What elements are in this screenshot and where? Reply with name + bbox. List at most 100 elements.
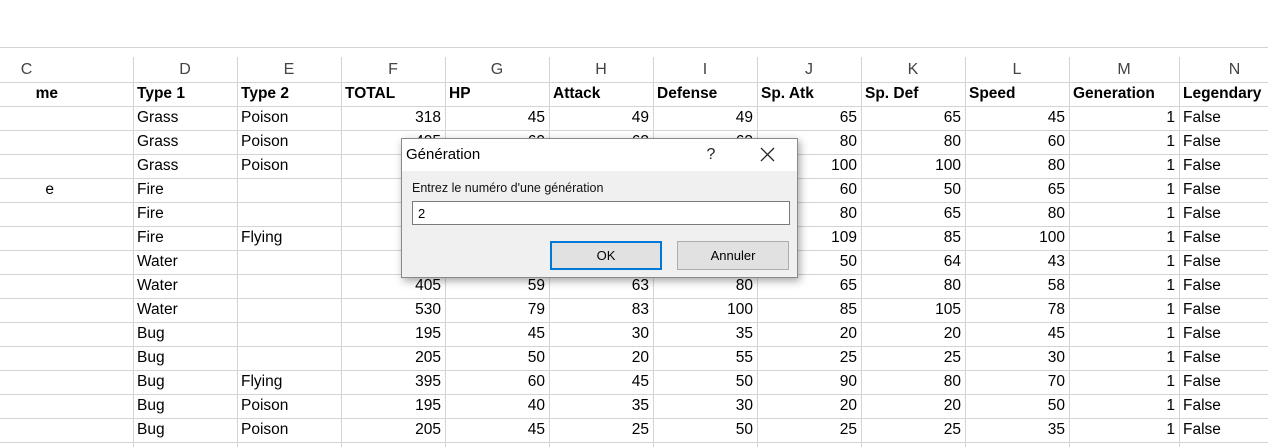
table-cell[interactable]: False (1179, 322, 1268, 346)
table-cell[interactable]: Poison (237, 106, 341, 130)
table-cell[interactable]: Poison (237, 394, 341, 418)
table-cell[interactable]: Bug (133, 370, 237, 394)
column-header-n[interactable]: N (1179, 57, 1268, 82)
table-cell[interactable]: 64 (861, 250, 965, 274)
table-cell[interactable]: 1 (1069, 130, 1179, 154)
table-cell[interactable]: 1 (1069, 178, 1179, 202)
table-cell[interactable]: Fire (133, 178, 237, 202)
table-cell[interactable]: 1 (1069, 106, 1179, 130)
table-cell[interactable]: 25 (757, 418, 861, 442)
generation-input[interactable] (412, 201, 790, 225)
table-cell[interactable]: Flying (237, 226, 341, 250)
table-cell[interactable]: 20 (549, 346, 653, 370)
table-cell[interactable]: 60 (965, 130, 1069, 154)
column-header-m[interactable]: M (1069, 57, 1179, 82)
table-cell[interactable]: 49 (549, 106, 653, 130)
table-cell[interactable] (237, 178, 341, 202)
column-header-d[interactable]: D (133, 57, 237, 82)
table-cell[interactable]: 25 (549, 418, 653, 442)
table-cell[interactable]: 50 (965, 394, 1069, 418)
table-cell[interactable] (0, 130, 133, 154)
table-cell[interactable]: 20 (757, 394, 861, 418)
table-cell[interactable]: 50 (653, 418, 757, 442)
table-cell[interactable]: 65 (757, 106, 861, 130)
table-cell[interactable]: 35 (549, 394, 653, 418)
table-cell[interactable]: False (1179, 154, 1268, 178)
table-cell[interactable]: 80 (861, 274, 965, 298)
table-cell[interactable]: False (1179, 394, 1268, 418)
column-header-i[interactable]: I (653, 57, 757, 82)
table-cell[interactable]: 1 (1069, 202, 1179, 226)
table-cell[interactable]: False (1179, 418, 1268, 442)
table-cell[interactable]: False (1179, 130, 1268, 154)
table-cell[interactable]: Fire (133, 226, 237, 250)
table-cell[interactable]: False (1179, 298, 1268, 322)
table-cell[interactable] (0, 370, 133, 394)
table-cell[interactable]: 65 (861, 106, 965, 130)
table-cell[interactable]: 90 (757, 370, 861, 394)
header-cell[interactable]: HP (445, 82, 549, 106)
table-cell[interactable]: 45 (549, 370, 653, 394)
table-cell[interactable]: Poison (237, 130, 341, 154)
table-cell[interactable]: 1 (1069, 274, 1179, 298)
table-cell[interactable] (237, 346, 341, 370)
table-cell[interactable]: Bug (133, 394, 237, 418)
table-cell[interactable]: 100 (861, 154, 965, 178)
table-cell[interactable]: False (1179, 202, 1268, 226)
table-cell[interactable]: Water (133, 274, 237, 298)
header-cell[interactable]: Attack (549, 82, 653, 106)
table-cell[interactable]: 1 (1069, 394, 1179, 418)
table-cell[interactable]: 395 (341, 370, 445, 394)
table-cell[interactable] (0, 298, 133, 322)
table-cell[interactable] (237, 274, 341, 298)
table-cell[interactable]: 195 (341, 394, 445, 418)
table-cell[interactable]: 65 (861, 202, 965, 226)
column-header-h[interactable]: H (549, 57, 653, 82)
table-cell[interactable]: 80 (861, 370, 965, 394)
header-cell[interactable]: Legendary (1179, 82, 1268, 106)
table-cell[interactable]: Bug (133, 418, 237, 442)
table-cell[interactable]: 79 (445, 298, 549, 322)
table-cell[interactable]: 205 (341, 346, 445, 370)
cancel-button[interactable]: Annuler (677, 241, 789, 270)
table-cell[interactable] (0, 154, 133, 178)
table-cell[interactable]: 35 (965, 418, 1069, 442)
table-cell[interactable]: False (1179, 370, 1268, 394)
table-cell[interactable]: Water (133, 250, 237, 274)
close-button[interactable] (754, 143, 780, 167)
table-cell[interactable]: 1 (1069, 298, 1179, 322)
table-cell[interactable]: 35 (653, 322, 757, 346)
table-cell[interactable]: 318 (341, 106, 445, 130)
table-cell[interactable]: Grass (133, 130, 237, 154)
table-cell[interactable]: 80 (965, 154, 1069, 178)
table-cell[interactable] (0, 250, 133, 274)
table-cell[interactable]: 25 (757, 346, 861, 370)
header-cell[interactable]: Defense (653, 82, 757, 106)
table-cell[interactable]: 1 (1069, 322, 1179, 346)
ok-button[interactable]: OK (550, 241, 662, 270)
table-cell[interactable] (0, 322, 133, 346)
table-cell[interactable]: False (1179, 274, 1268, 298)
table-cell[interactable]: 530 (341, 298, 445, 322)
table-cell[interactable] (237, 322, 341, 346)
table-cell[interactable]: False (1179, 250, 1268, 274)
table-cell[interactable]: 78 (965, 298, 1069, 322)
table-cell[interactable]: 85 (757, 298, 861, 322)
table-cell[interactable] (0, 106, 133, 130)
table-cell[interactable]: Grass (133, 106, 237, 130)
table-cell[interactable]: 45 (445, 106, 549, 130)
column-header-f[interactable]: F (341, 57, 445, 82)
table-cell[interactable]: 70 (965, 370, 1069, 394)
table-cell[interactable]: 49 (653, 106, 757, 130)
table-cell[interactable]: 25 (861, 346, 965, 370)
table-cell[interactable]: 80 (965, 202, 1069, 226)
table-cell[interactable]: 100 (965, 226, 1069, 250)
table-cell[interactable]: 30 (965, 346, 1069, 370)
table-cell[interactable] (0, 394, 133, 418)
header-cell[interactable]: Speed (965, 82, 1069, 106)
table-cell[interactable]: Bug (133, 322, 237, 346)
table-cell[interactable]: 45 (965, 322, 1069, 346)
table-cell[interactable] (0, 202, 133, 226)
table-cell[interactable]: Fire (133, 202, 237, 226)
table-cell[interactable]: 55 (653, 346, 757, 370)
